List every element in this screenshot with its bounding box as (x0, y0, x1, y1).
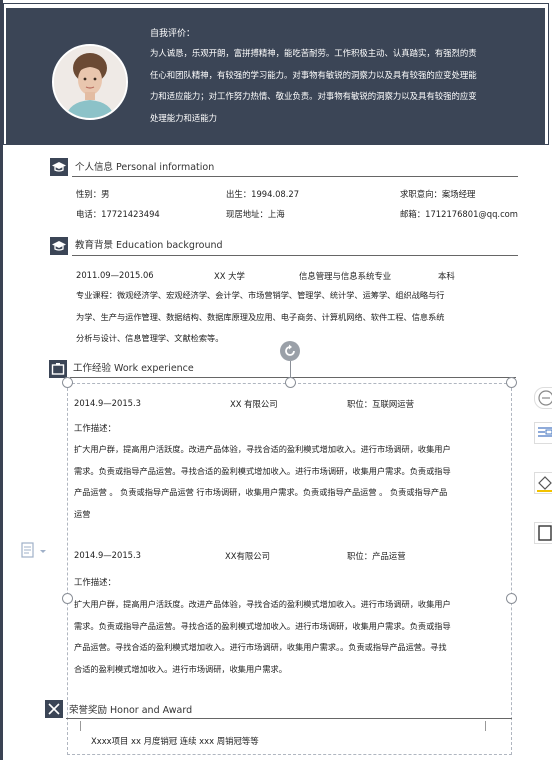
education-courses: 专业课程：微观经济学、宏观经济学、会计学、市场营销学、管理学、统计学、运筹学、组… (76, 285, 516, 350)
graduation-cap-icon (50, 237, 68, 255)
layout-options-button[interactable] (21, 542, 49, 560)
honor-line: Xxxx项目 xx 月度销冠 连续 xxx 周销冠等等 (91, 736, 259, 746)
resize-handle-top[interactable] (285, 377, 296, 388)
section-divider (72, 176, 518, 177)
course-line: 专业课程：微观经济学、宏观经济学、会计学、市场营销学、管理学、统计学、运筹学、组… (76, 290, 445, 300)
fill-color-button[interactable] (534, 472, 552, 494)
rotate-handle[interactable] (280, 341, 300, 361)
award-tools-icon (45, 700, 63, 718)
section-title-honor: 荣誉奖励 Honor and Award (69, 705, 193, 716)
self-evaluation-line: 为人诚恳，乐观开朗，富拼搏精神，能吃苦耐劳。工作积极主动、认真踏实，有强烈的责 (150, 48, 477, 58)
outline-icon (538, 525, 552, 541)
education-school: XX 大学 (214, 271, 245, 281)
job-intent-field: 求职意向：案场经理 (400, 189, 476, 199)
self-evaluation-title: 自我评价： (150, 29, 196, 39)
education-period: 2011.09—2015.06 (76, 270, 154, 280)
graduation-cap-icon (50, 158, 68, 176)
crop-mark (80, 721, 81, 731)
education-major: 信息管理与信息系统专业 (299, 271, 392, 281)
address-field: 现居地址：上海 (226, 209, 285, 219)
section-title-education: 教育背景 Education background (75, 240, 223, 251)
section-title-work: 工作经验 Work experience (73, 363, 194, 374)
avatar[interactable] (52, 44, 128, 120)
gender-field: 性别：男 (76, 189, 110, 199)
crop-mark (485, 721, 486, 731)
resize-handle-right[interactable] (506, 593, 517, 604)
email-field: 邮箱：1712176801@qq.com (400, 209, 518, 219)
section-divider (66, 718, 512, 719)
resize-handle-top-left[interactable] (62, 377, 73, 388)
text-wrap-icon (538, 427, 552, 437)
resize-handle-left[interactable] (62, 593, 73, 604)
self-evaluation-line: 力和适应能力；对工作努力热情、敬业负责。对事物有敏锐的洞察力以及具有较强的应变 (150, 91, 477, 101)
portrait-image (54, 46, 126, 118)
collapse-button[interactable] (534, 387, 552, 409)
textbox-selection-frame[interactable] (67, 383, 512, 755)
paint-bucket-icon (537, 476, 552, 492)
self-evaluation-line: 任心和团队精神，有较强的学习能力。对事物有敏锐的洞察力以及具有较强的应变处理能 (150, 69, 477, 80)
minus-circle-icon (538, 390, 552, 406)
course-line: 为学、生产与运作管理、数据结构、数据库原理及应用、电子商务、计算机网络、软件工程… (76, 311, 445, 322)
section-divider (72, 255, 518, 256)
resume-page: 自我评价： 为人诚恳，乐观开朗，富拼搏精神，能吃苦耐劳。工作积极主动、认真踏实，… (0, 0, 552, 760)
resize-handle-top-right[interactable] (506, 377, 517, 388)
rotate-icon (285, 344, 295, 356)
briefcase-icon (49, 360, 67, 378)
education-degree: 本科 (438, 271, 455, 281)
birth-field: 出生：1994.08.27 (226, 189, 300, 199)
outline-button[interactable] (534, 522, 552, 544)
section-title-personal: 个人信息 Personal information (75, 162, 215, 173)
layout-options-icon (21, 542, 46, 558)
phone-field: 电话：17721423494 (76, 209, 160, 219)
self-evaluation-line: 处理能力和适能力 (150, 112, 217, 123)
self-evaluation-text: 为人诚恳，乐观开朗，富拼搏精神，能吃苦耐劳。工作积极主动、认真踏实，有强烈的责 … (150, 43, 522, 129)
text-wrap-button[interactable] (534, 422, 552, 444)
